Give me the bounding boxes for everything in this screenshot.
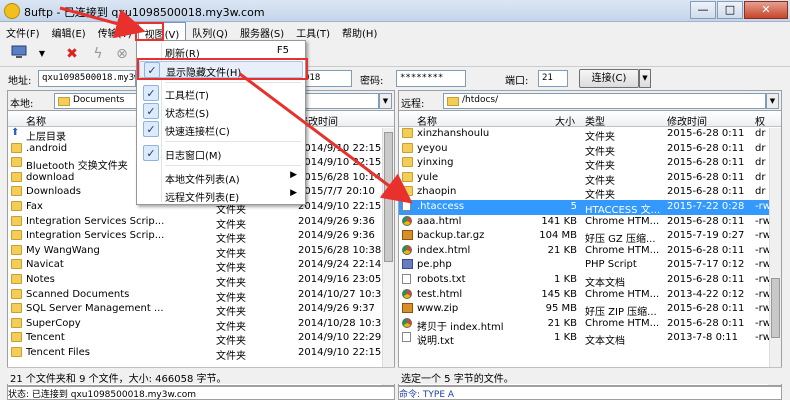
arrow-to-htaccess [239, 72, 413, 204]
annotation-arrows [59, 6, 413, 204]
arrow-to-view-menu [59, 6, 146, 39]
